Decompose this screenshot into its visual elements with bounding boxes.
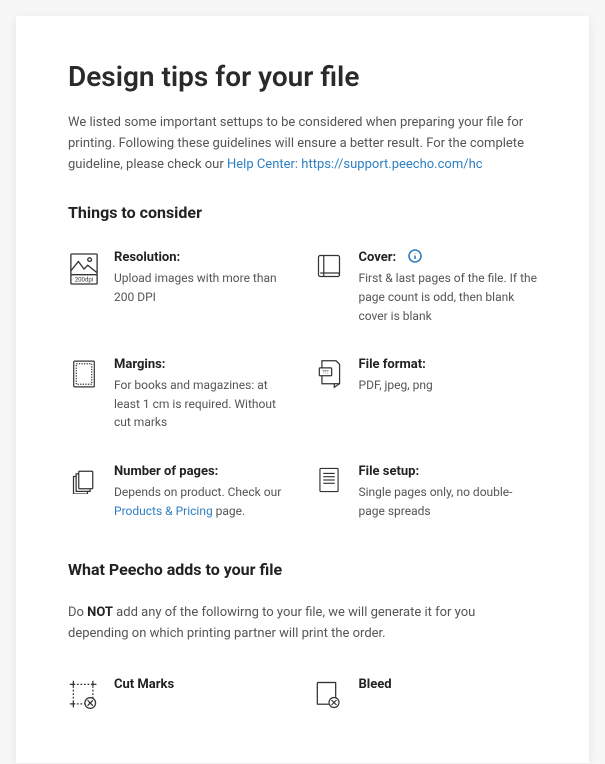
add-bleed: Bleed: [313, 677, 538, 711]
section-peecho-adds: What Peecho adds to your file: [68, 560, 537, 579]
tip-fileformat: ??? File format: PDF, jpeg, png: [313, 357, 538, 432]
note-emphasis: NOT: [87, 605, 113, 620]
add-cutmarks: Cut Marks: [68, 677, 293, 711]
tip-desc: First & last pages of the file. If the p…: [359, 269, 538, 325]
margins-icon: [68, 357, 100, 389]
add-title: Bleed: [359, 677, 392, 692]
cutmarks-icon: [68, 677, 100, 711]
adds-grid: Cut Marks Bleed: [68, 677, 537, 711]
cover-icon: [313, 250, 345, 280]
document-card: Design tips for your file We listed some…: [16, 16, 589, 763]
pages-icon: [68, 464, 100, 494]
tip-cover: Cover: First & last pages of the file. I…: [313, 250, 538, 325]
setup-icon: [313, 464, 345, 494]
tip-margins: Margins: For books and magazines: at lea…: [68, 357, 293, 432]
tip-desc: PDF, jpeg, png: [359, 376, 538, 395]
adds-note: Do NOT add any of the followirng to your…: [68, 603, 537, 645]
section-things-to-consider: Things to consider: [68, 203, 537, 222]
tip-desc: For books and magazines: at least 1 cm i…: [114, 376, 293, 432]
fileformat-icon: ???: [313, 357, 345, 389]
tips-grid: 200dpi Resolution: Upload images with mo…: [68, 250, 537, 520]
tip-setup: File setup: Single pages only, no double…: [313, 464, 538, 520]
tip-resolution: 200dpi Resolution: Upload images with mo…: [68, 250, 293, 325]
resolution-icon: 200dpi: [68, 250, 100, 286]
help-center-link[interactable]: Help Center: https://support.peecho.com/…: [227, 157, 483, 172]
products-pricing-link[interactable]: Products & Pricing: [114, 504, 213, 518]
svg-text:200dpi: 200dpi: [75, 277, 94, 284]
tip-desc: Depends on product. Check our Products &…: [114, 483, 293, 520]
tip-title: Resolution:: [114, 250, 180, 265]
svg-text:???: ???: [322, 370, 328, 376]
add-title: Cut Marks: [114, 677, 174, 692]
tip-title: File format:: [359, 357, 426, 372]
bleed-icon: [313, 677, 345, 711]
intro-paragraph: We listed some important settups to be c…: [68, 113, 537, 175]
tip-title: Margins:: [114, 357, 165, 372]
tip-title: Cover:: [359, 250, 397, 265]
info-icon[interactable]: [408, 249, 422, 263]
tip-desc: Single pages only, no double-page spread…: [359, 483, 538, 520]
tip-title: File setup:: [359, 464, 420, 479]
page-title: Design tips for your file: [68, 60, 537, 93]
tip-desc: Upload images with more than 200 DPI: [114, 269, 293, 306]
tip-pages: Number of pages: Depends on product. Che…: [68, 464, 293, 520]
tip-title: Number of pages:: [114, 464, 218, 479]
